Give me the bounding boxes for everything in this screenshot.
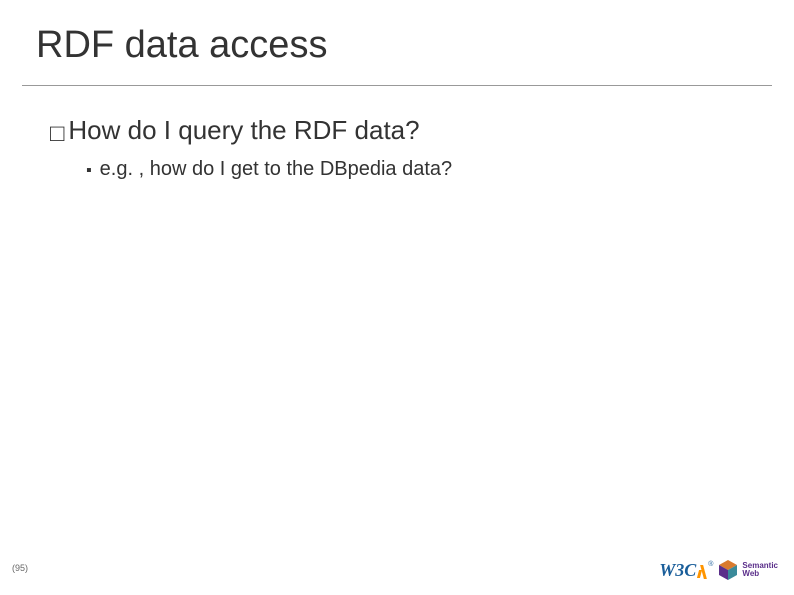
w3c-check-icon (697, 565, 707, 579)
sub-bullet-text: e.g. , how do I get to the DBpedia data? (100, 158, 452, 181)
main-bullet: □ How do I query the RDF data? (50, 114, 794, 148)
registered-mark: ® (708, 561, 713, 568)
main-bullet-text: How do I query the RDF data? (68, 114, 419, 148)
slide: RDF data access □ How do I query the RDF… (0, 0, 794, 595)
w3c-logo-icon: W3C ® (659, 561, 713, 579)
w3c-logo-text: W3C (659, 561, 696, 579)
page-number: (95) (12, 563, 28, 573)
semweb-text-line2: Web (742, 570, 778, 578)
slide-content: □ How do I query the RDF data? ▪ e.g. , … (0, 86, 794, 181)
sub-bullet: ▪ e.g. , how do I get to the DBpedia dat… (50, 148, 794, 181)
semantic-web-logo-icon: Semantic Web (717, 559, 778, 581)
square-bullet-icon: □ (50, 124, 64, 148)
slide-title: RDF data access (0, 0, 794, 67)
semweb-logo-text: Semantic Web (742, 562, 778, 578)
semweb-cube-icon (717, 559, 739, 581)
filled-square-bullet-icon: ▪ (86, 162, 92, 180)
footer-logos: W3C ® Semantic Web (659, 559, 778, 581)
